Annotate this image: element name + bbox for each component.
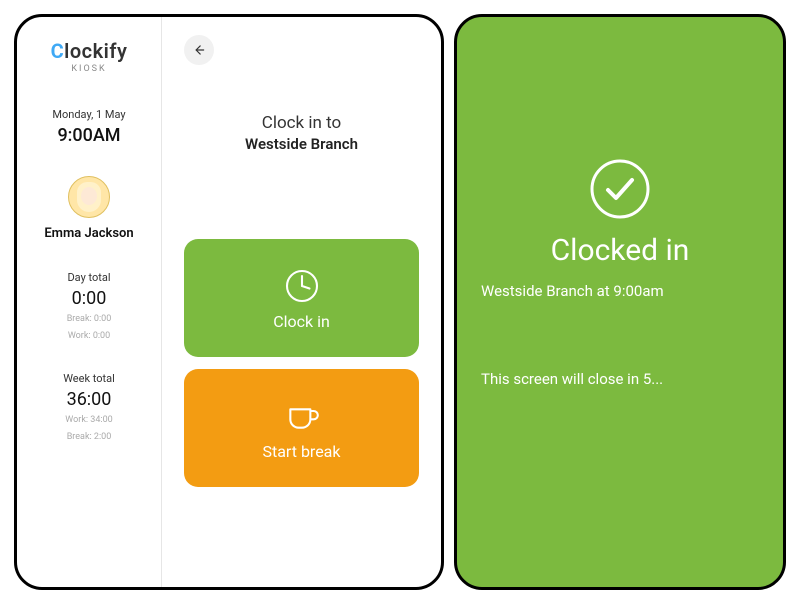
kiosk-card: Clockify KIOSK Monday, 1 May 9:00AM Emma… [14,14,444,590]
back-button[interactable] [184,35,214,65]
coffee-cup-icon [282,396,322,436]
arrow-left-icon [192,43,206,57]
day-total-label: Day total [17,271,161,284]
current-time: 9:00AM [17,125,161,146]
user-name: Emma Jackson [17,226,161,241]
week-total-block: Week total 36:00 Work: 34:00 Break: 2:00 [17,372,161,443]
brand-logo: Clockify [17,39,161,63]
day-total-block: Day total 0:00 Break: 0:00 Work: 0:00 [17,271,161,342]
start-break-button[interactable]: Start break [184,369,419,487]
clockedin-sub: Westside Branch at 9:00am [481,282,759,300]
clock-in-label: Clock in [273,312,330,331]
week-total-value: 36:00 [17,389,161,410]
closing-message: This screen will close in 5... [481,370,759,388]
clockedin-title: Clocked in [481,233,759,268]
day-break: Break: 0:00 [17,313,161,326]
current-date: Monday, 1 May [17,108,161,121]
clock-in-button[interactable]: Clock in [184,239,419,357]
week-total-label: Week total [17,372,161,385]
confirmation-card: Clocked in Westside Branch at 9:00am Thi… [454,14,786,590]
clockin-location: Westside Branch [184,135,419,153]
checkmark-icon [588,157,652,221]
main-panel: Clock in to Westside Branch Clock in Sta… [162,17,441,587]
brand-name-text: lockify [64,39,127,63]
clock-icon [282,266,322,306]
day-work: Work: 0:00 [17,330,161,343]
avatar [68,176,110,218]
day-total-value: 0:00 [17,288,161,309]
week-break: Break: 2:00 [17,431,161,444]
week-work: Work: 34:00 [17,414,161,427]
clockin-title: Clock in to [184,113,419,133]
brand-sub: KIOSK [17,64,161,74]
sidebar: Clockify KIOSK Monday, 1 May 9:00AM Emma… [17,17,162,587]
start-break-label: Start break [262,442,340,461]
